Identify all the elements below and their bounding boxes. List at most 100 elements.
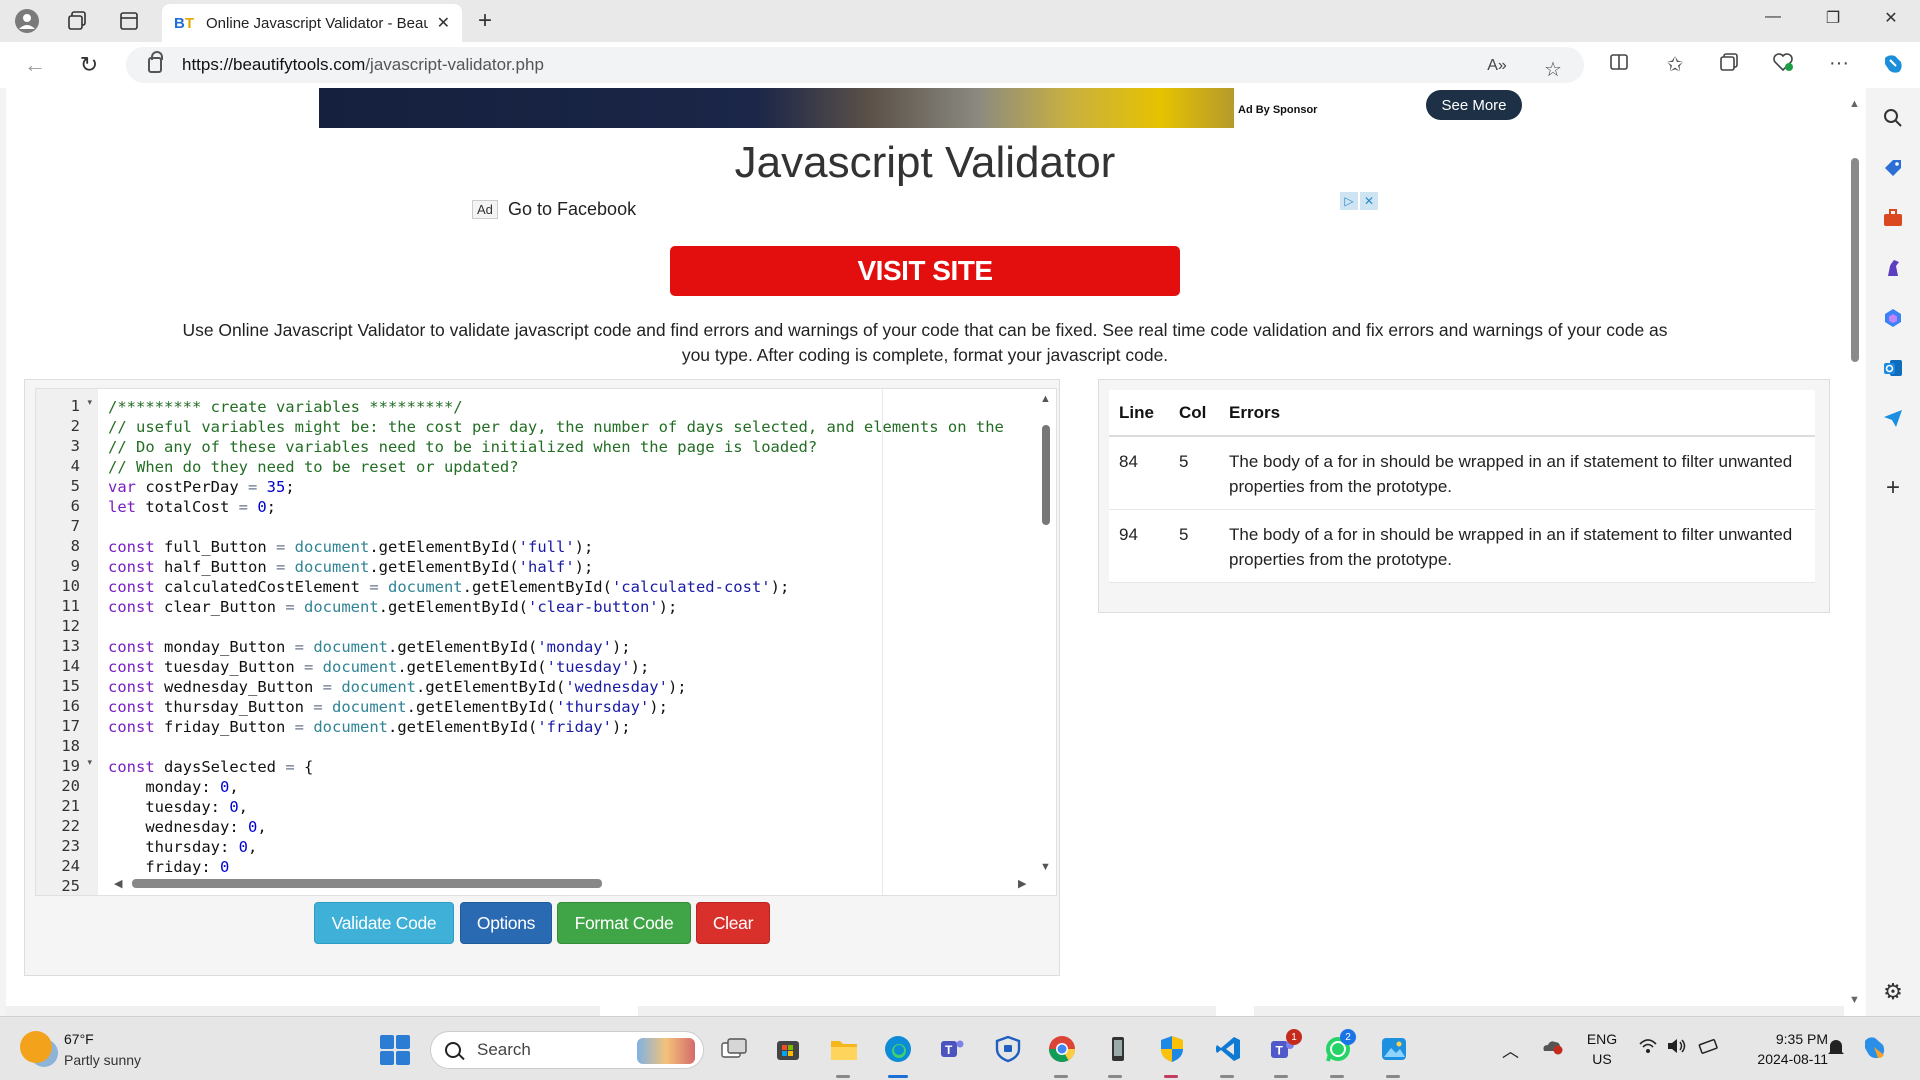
weather-description[interactable]: Partly sunny xyxy=(64,1052,141,1068)
code-line[interactable]: const monday_Button = document.getElemen… xyxy=(108,637,631,657)
chrome-icon[interactable] xyxy=(1046,1033,1078,1065)
windows-start-icon[interactable] xyxy=(380,1035,410,1065)
split-screen-icon[interactable] xyxy=(1604,52,1634,78)
code-line[interactable]: /********* create variables *********/ xyxy=(108,397,463,417)
input-language[interactable]: ENG xyxy=(1582,1031,1622,1047)
collections-icon[interactable] xyxy=(1714,52,1744,78)
notifications-bell-icon[interactable] xyxy=(1826,1037,1846,1062)
microsoft-store-icon[interactable] xyxy=(772,1033,804,1065)
code-line[interactable]: wednesday: 0, xyxy=(108,817,266,837)
clock-date[interactable]: 2024-08-11 xyxy=(1736,1051,1828,1067)
code-editor[interactable]: 1 ▾ 2 3 4 5 6 7 8 9 10 11 12 13 14 15 16 17 18 19 ▾ 20 21 22 23 2… xyxy=(35,388,1057,896)
address-bar[interactable]: https://beautifytools.com/javascript-val… xyxy=(126,47,1584,83)
edge-browser-icon[interactable] xyxy=(882,1033,914,1065)
back-icon[interactable]: ← xyxy=(20,52,50,78)
minimize-icon[interactable]: — xyxy=(1758,8,1788,26)
editor-horizontal-scroll-thumb[interactable] xyxy=(132,879,602,888)
sidebar-settings-icon[interactable]: ⚙ xyxy=(1879,978,1907,1006)
ad-close-icon[interactable]: ✕ xyxy=(1360,192,1378,210)
clear-button[interactable]: Clear xyxy=(696,902,770,944)
microsoft-365-icon[interactable] xyxy=(1879,304,1907,332)
security-shield-icon[interactable] xyxy=(1156,1033,1188,1065)
code-line[interactable]: const wednesday_Button = document.getEle… xyxy=(108,677,687,697)
wifi-icon[interactable] xyxy=(1638,1037,1658,1060)
photos-icon[interactable] xyxy=(1378,1033,1410,1065)
show-hidden-icons-chevron-icon[interactable]: ︿ xyxy=(1502,1037,1519,1062)
input-region[interactable]: US xyxy=(1582,1051,1622,1067)
profile-icon[interactable] xyxy=(14,8,40,34)
code-line[interactable]: const full_Button = document.getElementB… xyxy=(108,537,593,557)
code-line[interactable]: // When do they need to be reset or upda… xyxy=(108,457,519,477)
code-line[interactable]: const calculatedCostElement = document.g… xyxy=(108,577,789,597)
outlook-icon[interactable] xyxy=(1879,354,1907,382)
code-line[interactable]: const tuesday_Button = document.getEleme… xyxy=(108,657,649,677)
tab-actions-icon[interactable] xyxy=(116,8,142,34)
table-row[interactable]: 94 5 The body of a for in should be wrap… xyxy=(1109,509,1815,583)
see-more-button[interactable]: See More xyxy=(1426,90,1522,120)
defender-shield-icon[interactable] xyxy=(992,1033,1024,1065)
battery-icon[interactable] xyxy=(1698,1037,1720,1060)
editor-scroll-right-icon[interactable]: ▶ xyxy=(1018,877,1026,890)
clock-time[interactable]: 9:35 PM xyxy=(1736,1031,1828,1047)
drop-send-icon[interactable] xyxy=(1879,404,1907,432)
code-line[interactable]: let totalCost = 0; xyxy=(108,497,276,517)
weather-partly-sunny-icon[interactable] xyxy=(20,1031,52,1063)
editor-vertical-scroll-thumb[interactable] xyxy=(1042,425,1050,525)
onedrive-status-icon[interactable] xyxy=(1540,1037,1564,1060)
code-line[interactable]: tuesday: 0, xyxy=(108,797,248,817)
tab-close-icon[interactable]: ✕ xyxy=(437,13,450,33)
code-line[interactable]: const clear_Button = document.getElement… xyxy=(108,597,677,617)
restore-icon[interactable]: ❐ xyxy=(1818,8,1848,28)
code-line[interactable]: thursday: 0, xyxy=(108,837,257,857)
code-line[interactable]: var costPerDay = 35; xyxy=(108,477,295,497)
task-view-icon[interactable] xyxy=(718,1033,750,1065)
taskbar-search-box[interactable]: Search xyxy=(430,1031,704,1069)
editor-scroll-down-icon[interactable]: ▼ xyxy=(1040,861,1051,873)
format-code-button[interactable]: Format Code xyxy=(557,902,691,944)
tools-toolbox-icon[interactable] xyxy=(1879,204,1907,232)
ad-go-to-link[interactable]: Go to Facebook xyxy=(508,199,636,220)
lock-icon[interactable] xyxy=(148,51,163,73)
copilot-taskbar-icon[interactable] xyxy=(1860,1033,1890,1068)
code-line[interactable]: const friday_Button = document.getElemen… xyxy=(108,717,631,737)
code-line[interactable]: const half_Button = document.getElementB… xyxy=(108,557,593,577)
code-line[interactable]: friday: 0 xyxy=(108,857,229,877)
vscode-icon[interactable] xyxy=(1212,1033,1244,1065)
file-explorer-icon[interactable] xyxy=(828,1033,860,1065)
editor-scroll-up-icon[interactable]: ▲ xyxy=(1040,393,1051,405)
refresh-icon[interactable]: ↻ xyxy=(74,52,104,78)
code-line[interactable]: monday: 0, xyxy=(108,777,238,797)
ad-banner-image[interactable] xyxy=(319,88,1234,128)
read-aloud-icon[interactable]: A» xyxy=(1482,57,1512,75)
more-menu-icon[interactable]: ··· xyxy=(1824,52,1854,75)
games-chess-icon[interactable] xyxy=(1879,254,1907,282)
code-line[interactable]: const thursday_Button = document.getElem… xyxy=(108,697,668,717)
active-tab[interactable]: BT Online Javascript Validator - Beautif… xyxy=(162,4,462,42)
copilot-icon[interactable] xyxy=(1878,52,1908,82)
ad-choices[interactable]: ▷ ✕ xyxy=(1340,192,1380,210)
workspaces-icon[interactable] xyxy=(64,8,90,34)
options-button[interactable]: Options xyxy=(460,902,552,944)
volume-icon[interactable] xyxy=(1666,1037,1688,1060)
add-sidebar-app-icon[interactable]: + xyxy=(1879,474,1907,502)
favorites-icon[interactable]: ✩ xyxy=(1660,52,1690,77)
browser-essentials-icon[interactable] xyxy=(1768,52,1798,78)
table-row[interactable]: 84 5 The body of a for in should be wrap… xyxy=(1109,436,1815,510)
code-line[interactable]: const daysSelected = { xyxy=(108,757,313,777)
page-scroll-down-icon[interactable]: ▼ xyxy=(1849,994,1860,1006)
validate-code-button[interactable]: Validate Code xyxy=(314,902,454,944)
adchoices-icon[interactable]: ▷ xyxy=(1340,192,1358,210)
code-line[interactable]: // Do any of these variables need to be … xyxy=(108,437,817,457)
page-scroll-thumb[interactable] xyxy=(1851,158,1859,362)
fold-toggle-icon[interactable]: ▾ xyxy=(87,397,92,408)
phone-link-icon[interactable] xyxy=(1102,1033,1134,1065)
shopping-tag-icon[interactable] xyxy=(1879,154,1907,182)
page-scroll-up-icon[interactable]: ▲ xyxy=(1849,98,1860,110)
editor-scroll-left-icon[interactable]: ◀ xyxy=(114,877,122,890)
new-tab-icon[interactable]: + xyxy=(478,7,492,35)
code-line[interactable]: // useful variables might be: the cost p… xyxy=(108,417,1004,437)
close-window-icon[interactable]: ✕ xyxy=(1876,8,1906,28)
url-text[interactable]: https://beautifytools.com/javascript-val… xyxy=(182,55,544,75)
favorite-star-icon[interactable]: ☆ xyxy=(1538,57,1568,82)
search-icon[interactable] xyxy=(1879,104,1907,132)
